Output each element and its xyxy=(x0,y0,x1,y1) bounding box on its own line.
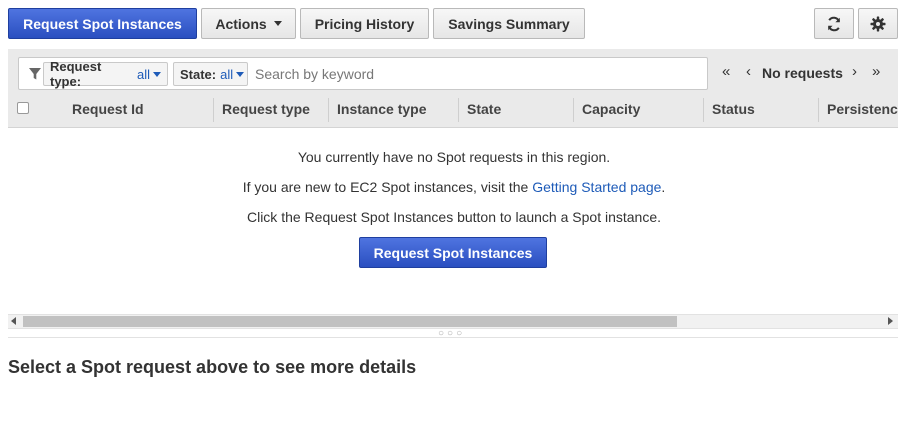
search-input[interactable] xyxy=(253,63,698,85)
column-header-instance-type[interactable]: Instance type xyxy=(337,101,426,117)
launch-hint: Click the Request Spot Instances button … xyxy=(246,209,662,225)
column-header-persistence[interactable]: Persistence xyxy=(827,101,898,117)
prev-page-button[interactable]: ‹ xyxy=(746,63,751,80)
pane-divider xyxy=(8,337,898,338)
pricing-history-button[interactable]: Pricing History xyxy=(300,8,429,39)
chevron-down-icon xyxy=(153,71,161,77)
actions-label: Actions xyxy=(215,15,267,32)
first-page-button[interactable]: « xyxy=(722,63,730,80)
getting-started-hint: If you are new to EC2 Spot instances, vi… xyxy=(0,179,908,195)
actions-dropdown-button[interactable]: Actions xyxy=(201,8,296,39)
empty-state-request-button[interactable]: Request Spot Instances xyxy=(359,237,547,268)
header-divider xyxy=(8,127,898,128)
scrollbar-thumb[interactable] xyxy=(23,316,677,327)
column-separator[interactable] xyxy=(703,98,704,122)
state-filter-label: State: xyxy=(180,66,217,82)
column-header-request-type[interactable]: Request type xyxy=(222,101,310,117)
select-all-checkbox[interactable] xyxy=(17,102,29,114)
request-type-filter-label: Request type: xyxy=(50,59,102,89)
column-separator[interactable] xyxy=(573,98,574,122)
getting-started-prefix: If you are new to EC2 Spot instances, vi… xyxy=(242,179,533,195)
last-page-button[interactable]: » xyxy=(872,63,880,80)
persistence-header-clip: Persistence xyxy=(827,98,898,122)
request-spot-instances-button[interactable]: Request Spot Instances xyxy=(8,8,197,39)
state-filter-value: all xyxy=(220,66,234,82)
savings-summary-button[interactable]: Savings Summary xyxy=(433,8,585,39)
column-header-status[interactable]: Status xyxy=(712,101,755,117)
scroll-right-icon[interactable] xyxy=(888,317,893,325)
column-header-request-id[interactable]: Request Id xyxy=(72,101,144,117)
details-placeholder-title: Select a Spot request above to see more … xyxy=(8,357,417,377)
chevron-down-icon xyxy=(273,21,282,26)
request-type-filter-value: all xyxy=(136,66,150,82)
request-type-filter[interactable]: Request type: all xyxy=(43,59,168,89)
column-separator[interactable] xyxy=(213,98,214,122)
refresh-icon xyxy=(828,16,840,31)
filter-icon xyxy=(29,68,41,80)
chevron-down-icon xyxy=(236,71,245,77)
column-header-capacity[interactable]: Capacity xyxy=(582,101,640,117)
gear-icon xyxy=(870,16,886,31)
scroll-left-icon[interactable] xyxy=(11,317,16,325)
column-header-state[interactable]: State xyxy=(467,101,501,117)
empty-state-message: You currently have no Spot requests in t… xyxy=(297,149,611,165)
column-separator[interactable] xyxy=(818,98,819,122)
pagination-label: No requests xyxy=(762,65,843,81)
getting-started-suffix: . xyxy=(661,179,666,195)
refresh-button[interactable] xyxy=(814,8,854,39)
column-separator[interactable] xyxy=(328,98,329,122)
getting-started-link[interactable]: Getting Started page xyxy=(532,179,661,195)
state-filter[interactable]: State: all xyxy=(173,62,248,86)
next-page-button[interactable]: › xyxy=(852,63,857,80)
column-separator[interactable] xyxy=(458,98,459,122)
settings-button[interactable] xyxy=(858,8,898,39)
